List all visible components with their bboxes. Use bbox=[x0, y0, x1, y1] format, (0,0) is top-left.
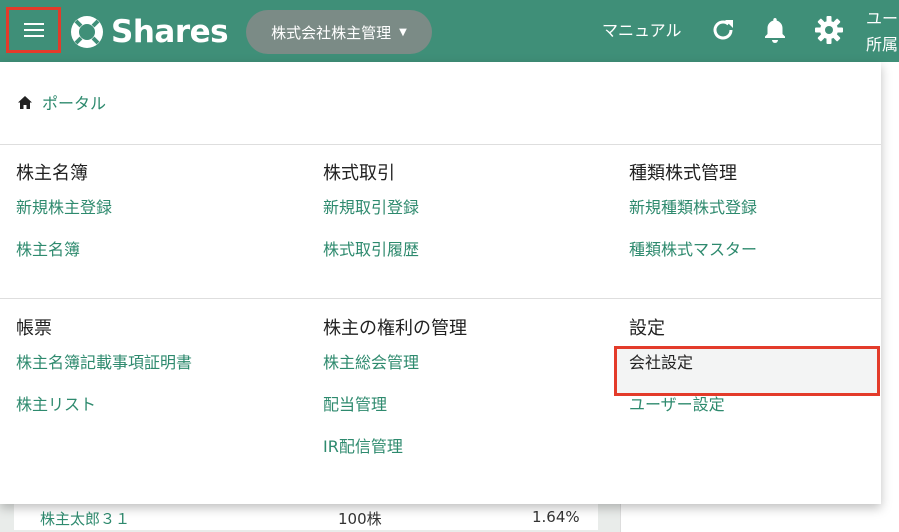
caret-down-icon: ▼ bbox=[399, 26, 407, 38]
menu-item-shareholder-list[interactable]: 株主リスト bbox=[16, 393, 192, 435]
menu-section-forms: 帳票 株主名簿記載事項証明書 株主リスト bbox=[16, 317, 192, 435]
refresh-icon bbox=[713, 20, 733, 40]
hamburger-icon bbox=[23, 23, 44, 37]
menu-item-register-certificate[interactable]: 株主名簿記載事項証明書 bbox=[16, 351, 192, 393]
menu-item-transaction-history[interactable]: 株式取引履歴 bbox=[323, 238, 419, 280]
notifications-button[interactable] bbox=[760, 14, 790, 46]
navigation-menu: ポータル 株主名簿 新規株主登録 株主名簿 株式取引 新規取引登録 株式取引履歴… bbox=[0, 62, 881, 504]
settings-button[interactable] bbox=[814, 14, 844, 46]
manual-link[interactable]: マニュアル bbox=[602, 17, 682, 41]
menu-section-settings: 設定 会社設定 ユーザー設定 bbox=[629, 317, 725, 435]
gear-icon bbox=[815, 16, 843, 44]
user-name: ユー bbox=[866, 9, 899, 28]
menu-item-class-share-master[interactable]: 種類株式マスター bbox=[629, 238, 757, 280]
section-title: 株式取引 bbox=[323, 163, 395, 184]
menu-item-ir-distribution[interactable]: IR配信管理 bbox=[323, 435, 467, 477]
menu-item-new-transaction[interactable]: 新規取引登録 bbox=[323, 196, 419, 238]
app-header: Shares 株式会社株主管理 ▼ マニュアル ユー 所属 bbox=[0, 0, 899, 62]
background-row-percent: 1.64% bbox=[532, 508, 580, 526]
logo-text: Shares bbox=[111, 14, 229, 50]
background-row-name[interactable]: 株主太郎３１ bbox=[40, 508, 130, 529]
home-icon bbox=[18, 95, 32, 109]
menu-item-shareholder-register[interactable]: 株主名簿 bbox=[16, 238, 112, 280]
bell-icon bbox=[765, 18, 785, 43]
menu-item-company-settings[interactable]: 会社設定 bbox=[629, 351, 725, 393]
company-select-label: 株式会社株主管理 bbox=[271, 23, 392, 42]
menu-section-stock-transactions: 株式取引 新規取引登録 株式取引履歴 bbox=[323, 162, 419, 280]
section-title: 株主の権利の管理 bbox=[323, 318, 467, 339]
menu-item-new-shareholder[interactable]: 新規株主登録 bbox=[16, 196, 112, 238]
section-title: 帳票 bbox=[16, 318, 52, 339]
portal-link[interactable]: ポータル bbox=[18, 90, 106, 114]
menu-section-shareholder-register: 株主名簿 新規株主登録 株主名簿 bbox=[16, 162, 112, 280]
section-title: 種類株式管理 bbox=[629, 163, 737, 184]
section-title: 設定 bbox=[629, 318, 665, 339]
lifebuoy-logo-icon bbox=[71, 16, 103, 48]
refresh-button[interactable] bbox=[708, 14, 738, 46]
menu-section-class-shares: 種類株式管理 新規種類株式登録 種類株式マスター bbox=[629, 162, 757, 280]
menu-toggle-button[interactable] bbox=[6, 7, 61, 53]
portal-label: ポータル bbox=[42, 94, 107, 113]
menu-divider bbox=[0, 144, 881, 145]
menu-item-dividend[interactable]: 配当管理 bbox=[323, 393, 467, 435]
section-title: 株主名簿 bbox=[16, 163, 88, 184]
background-row-shares: 100株 bbox=[338, 510, 382, 528]
menu-item-new-class-share[interactable]: 新規種類株式登録 bbox=[629, 196, 757, 238]
menu-item-general-meeting[interactable]: 株主総会管理 bbox=[323, 351, 467, 393]
menu-item-user-settings[interactable]: ユーザー設定 bbox=[629, 393, 725, 435]
menu-divider bbox=[0, 298, 881, 299]
app-logo[interactable]: Shares bbox=[69, 12, 229, 52]
menu-section-shareholder-rights: 株主の権利の管理 株主総会管理 配当管理 IR配信管理 bbox=[323, 317, 467, 477]
company-select[interactable]: 株式会社株主管理 ▼ bbox=[246, 10, 432, 54]
user-affiliation: 所属 bbox=[866, 35, 899, 54]
user-menu[interactable]: ユー 所属 bbox=[866, 6, 898, 58]
